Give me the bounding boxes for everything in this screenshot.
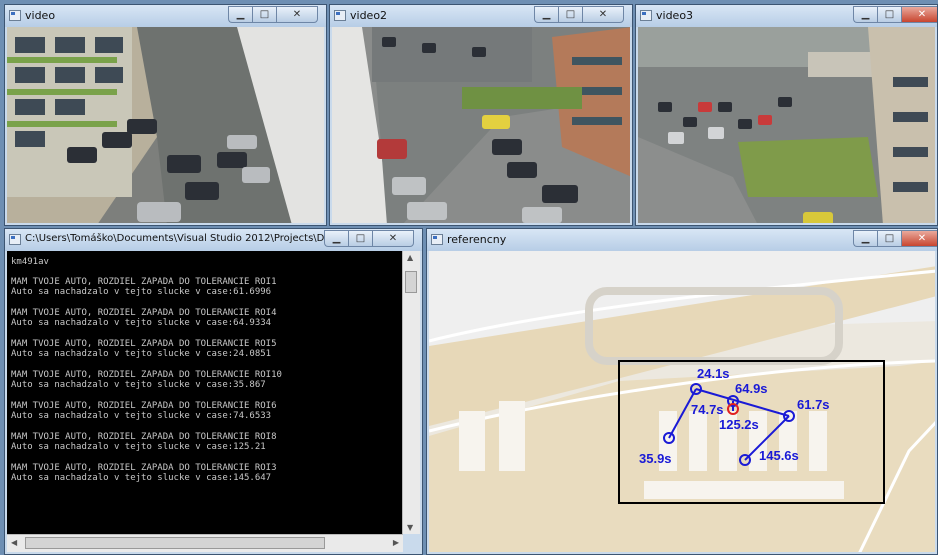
window-controls: ▁ □ ✕	[853, 230, 937, 247]
parking-camera-view-3	[638, 27, 935, 223]
roi-label: 24.1s	[697, 366, 730, 381]
title-bar[interactable]: video ▁ □ ✕	[5, 5, 326, 27]
parking-camera-view-2	[332, 27, 630, 223]
title-bar[interactable]: video3 ▁ □ ✕	[636, 5, 937, 27]
close-icon[interactable]: ✕	[901, 6, 937, 23]
window-title: referencny	[447, 233, 507, 246]
minimize-icon[interactable]: ▁	[534, 6, 558, 23]
video-window-2[interactable]: video2 ▁ □ ✕	[329, 4, 633, 226]
roi-label: 145.6s	[759, 448, 799, 463]
title-bar[interactable]: referencny ▁ □ ✕	[427, 229, 937, 251]
map-window[interactable]: referencny ▁ □ ✕ 24.1s 64.9s 74.7s 61.7s…	[426, 228, 938, 555]
time-line: Auto sa nachadzalo v tejto slucke v case…	[11, 349, 272, 359]
plate-id-line: km491av	[11, 257, 49, 267]
time-line: Auto sa nachadzalo v tejto slucke v case…	[11, 318, 272, 328]
console-block: MAM TVOJE AUTO, ROZDIEL ZAPADA DO TOLERA…	[11, 277, 403, 297]
window-title: video3	[656, 9, 694, 22]
minimize-icon[interactable]: ▁	[853, 6, 877, 23]
maximize-icon[interactable]: □	[348, 230, 372, 247]
scroll-left-icon[interactable]: ◀	[11, 538, 17, 547]
match-line: MAM TVOJE AUTO, ROZDIEL ZAPADA DO TOLERA…	[11, 463, 277, 473]
console-window[interactable]: C:\Users\Tomáško\Documents\Visual Studio…	[4, 228, 423, 555]
console-block: MAM TVOJE AUTO, ROZDIEL ZAPADA DO TOLERA…	[11, 432, 403, 452]
time-line: Auto sa nachadzalo v tejto slucke v case…	[11, 473, 272, 483]
time-line: Auto sa nachadzalo v tejto slucke v case…	[11, 380, 266, 390]
console-output[interactable]: km491av MAM TVOJE AUTO, ROZDIEL ZAPADA D…	[7, 251, 403, 534]
console-block: MAM TVOJE AUTO, ROZDIEL ZAPADA DO TOLERA…	[11, 308, 403, 328]
match-line: MAM TVOJE AUTO, ROZDIEL ZAPADA DO TOLERA…	[11, 370, 282, 380]
roi-label: 125.2s	[719, 417, 759, 432]
video-frame	[638, 27, 935, 223]
title-bar[interactable]: C:\Users\Tomáško\Documents\Visual Studio…	[5, 229, 422, 251]
parking-camera-view-1	[7, 27, 324, 223]
minimize-icon[interactable]: ▁	[324, 230, 348, 247]
video-window-3[interactable]: video3 ▁ □ ✕	[635, 4, 938, 226]
match-line: MAM TVOJE AUTO, ROZDIEL ZAPADA DO TOLERA…	[11, 401, 277, 411]
window-title: video	[25, 9, 56, 22]
roi-label: 61.7s	[797, 397, 830, 412]
time-line: Auto sa nachadzalo v tejto slucke v case…	[11, 442, 266, 452]
console-app-icon	[9, 234, 21, 245]
roi-label: 64.9s	[735, 381, 768, 396]
time-line: Auto sa nachadzalo v tejto slucke v case…	[11, 287, 272, 297]
window-app-icon	[334, 10, 346, 21]
close-icon[interactable]: ✕	[372, 230, 414, 247]
title-bar[interactable]: video2 ▁ □ ✕	[330, 5, 632, 27]
video-frame	[332, 27, 630, 223]
time-line: Auto sa nachadzalo v tejto slucke v case…	[11, 411, 272, 421]
window-app-icon	[9, 10, 21, 21]
scroll-down-icon[interactable]: ▼	[407, 523, 413, 532]
window-controls: ▁ □ ✕	[228, 6, 318, 23]
video-frame	[7, 27, 324, 223]
match-line: MAM TVOJE AUTO, ROZDIEL ZAPADA DO TOLERA…	[11, 308, 277, 318]
console-block: MAM TVOJE AUTO, ROZDIEL ZAPADA DO TOLERA…	[11, 463, 403, 483]
close-icon[interactable]: ✕	[582, 6, 624, 23]
console-block: MAM TVOJE AUTO, ROZDIEL ZAPADA DO TOLERA…	[11, 339, 403, 359]
minimize-icon[interactable]: ▁	[853, 230, 877, 247]
console-block: MAM TVOJE AUTO, ROZDIEL ZAPADA DO TOLERA…	[11, 401, 403, 421]
scroll-thumb[interactable]	[405, 271, 417, 293]
window-controls: ▁ □ ✕	[853, 6, 937, 23]
close-icon[interactable]: ✕	[901, 230, 937, 247]
roi-label: 35.9s	[639, 451, 672, 466]
window-controls: ▁ □ ✕	[534, 6, 624, 23]
window-app-icon	[431, 234, 443, 245]
maximize-icon[interactable]: □	[558, 6, 582, 23]
horizontal-scrollbar[interactable]: ◀ ▶	[7, 534, 403, 552]
scroll-up-icon[interactable]: ▲	[407, 253, 413, 262]
window-app-icon	[640, 10, 652, 21]
console-block: MAM TVOJE AUTO, ROZDIEL ZAPADA DO TOLERA…	[11, 370, 403, 390]
minimize-icon[interactable]: ▁	[228, 6, 252, 23]
map-view[interactable]: 24.1s 64.9s 74.7s 61.7s 125.2s 35.9s 145…	[429, 251, 935, 552]
reference-map: 24.1s 64.9s 74.7s 61.7s 125.2s 35.9s 145…	[429, 251, 935, 552]
close-icon[interactable]: ✕	[276, 6, 318, 23]
scroll-right-icon[interactable]: ▶	[393, 538, 399, 547]
roi-label: 74.7s	[691, 402, 724, 417]
vertical-scrollbar[interactable]: ▲ ▼	[402, 251, 420, 534]
window-title: video2	[350, 9, 388, 22]
match-line: MAM TVOJE AUTO, ROZDIEL ZAPADA DO TOLERA…	[11, 432, 277, 442]
video-window-1[interactable]: video ▁ □ ✕	[4, 4, 327, 226]
window-controls: ▁ □ ✕	[324, 230, 414, 247]
match-line: MAM TVOJE AUTO, ROZDIEL ZAPADA DO TOLERA…	[11, 339, 277, 349]
match-line: MAM TVOJE AUTO, ROZDIEL ZAPADA DO TOLERA…	[11, 277, 277, 287]
scroll-thumb[interactable]	[25, 537, 325, 549]
maximize-icon[interactable]: □	[252, 6, 276, 23]
maximize-icon[interactable]: □	[877, 6, 901, 23]
maximize-icon[interactable]: □	[877, 230, 901, 247]
